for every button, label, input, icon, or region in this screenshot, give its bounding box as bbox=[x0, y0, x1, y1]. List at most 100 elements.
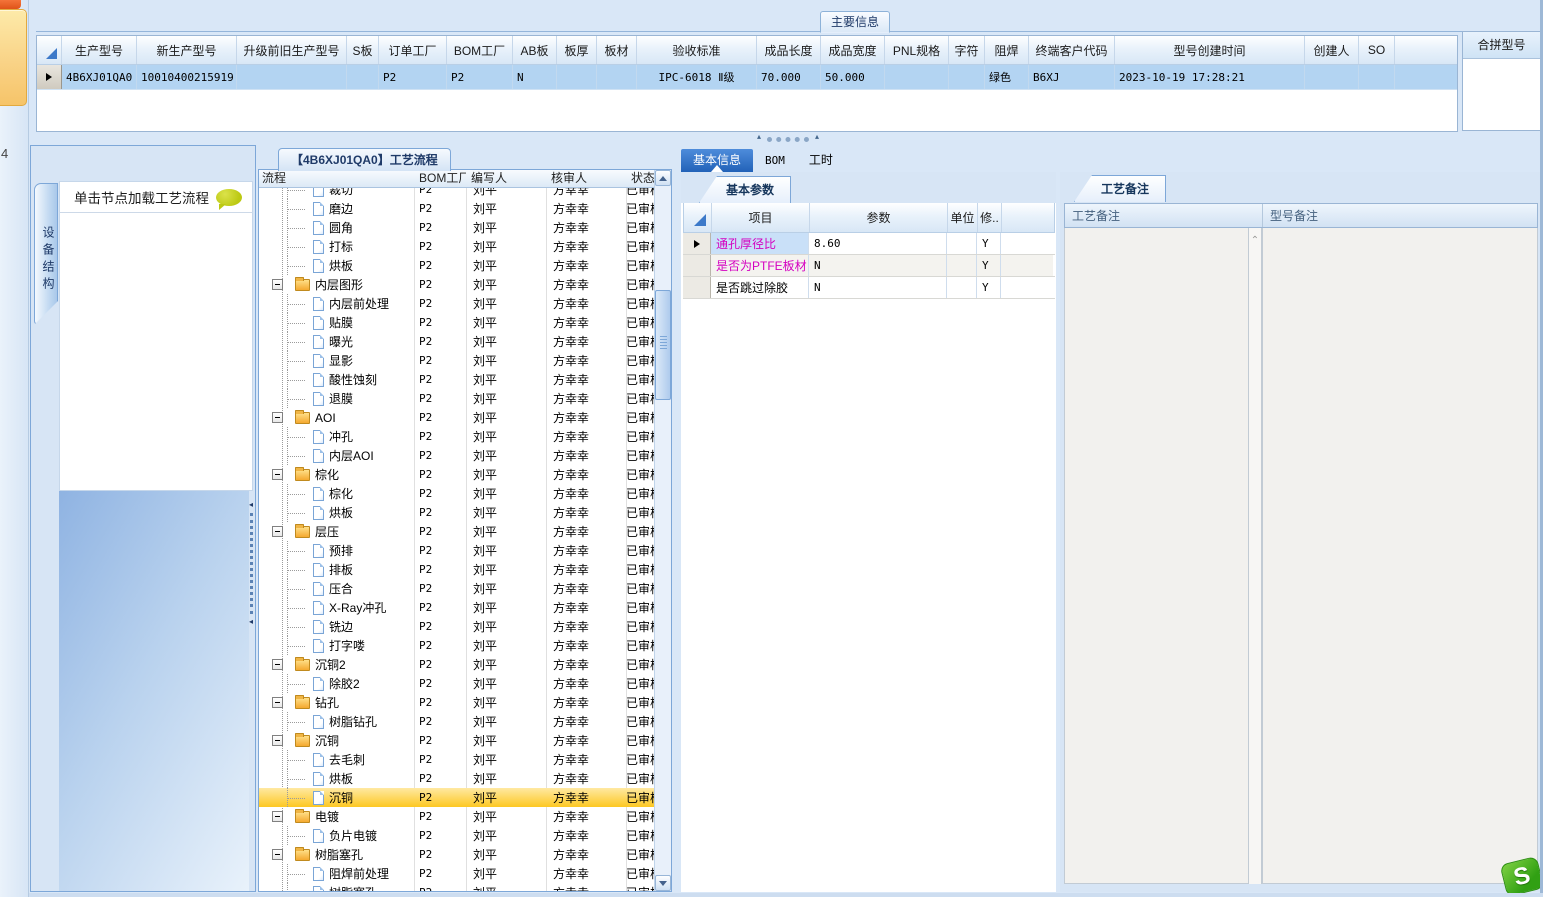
tree-node-cell[interactable]: 曝光 bbox=[259, 332, 414, 351]
tab-process-notes[interactable]: 工艺备注 bbox=[1074, 175, 1167, 202]
param-value-cell[interactable]: N bbox=[809, 255, 947, 276]
tree-row[interactable]: 电镀 P2 刘平 方幸幸 已审核 bbox=[259, 807, 656, 826]
param-row[interactable]: 是否跳过除胶 N Y bbox=[683, 277, 1055, 299]
tree-node-cell[interactable]: 负片电镀 bbox=[259, 826, 414, 845]
tree-node-cell[interactable]: 去毛刺 bbox=[259, 750, 414, 769]
tree-row[interactable]: 树脂塞孔P2刘平方幸幸已审核 bbox=[259, 845, 656, 864]
tree-node-cell[interactable]: 排板 bbox=[259, 560, 414, 579]
tree-row[interactable]: 沉铜 P2 刘平 方幸幸 已审核 bbox=[259, 731, 656, 750]
tree-node-cell[interactable]: 预排 bbox=[259, 541, 414, 560]
tree-row[interactable]: 排板 P2 刘平 方幸幸 已审核 bbox=[259, 560, 656, 579]
tree-row[interactable]: 裁切 P2 刘平 方幸幸 已审核 bbox=[259, 188, 656, 199]
tree-node-cell[interactable]: 阻焊前处理 bbox=[259, 864, 414, 883]
tree-node-cell[interactable]: 烘板 bbox=[259, 256, 414, 275]
tree-node-cell[interactable]: 裁切 bbox=[259, 188, 414, 199]
tree-node-cell[interactable]: AOI bbox=[259, 408, 414, 427]
tree-row[interactable]: 内层AOI P2 刘平 方幸幸 已审核 bbox=[259, 446, 656, 465]
process-note-textarea[interactable] bbox=[1064, 228, 1249, 884]
tree-row[interactable]: 退膜 P2 刘平 方幸幸 已审核 bbox=[259, 389, 656, 408]
tree-node-cell[interactable]: 棕化 bbox=[259, 484, 414, 503]
param-row[interactable]: 是否为PTFE板材 N Y bbox=[683, 255, 1055, 277]
tree-row[interactable]: 打标 P2 刘平 方幸幸 已审核 bbox=[259, 237, 656, 256]
tree-node-cell[interactable]: 电镀 bbox=[259, 807, 414, 826]
tab-device-structure[interactable]: 设备结构 bbox=[34, 183, 58, 325]
tree-node-cell[interactable]: 圆角 bbox=[259, 218, 414, 237]
flow-vertical-scrollbar[interactable] bbox=[654, 170, 671, 891]
tree-row[interactable]: 预排 P2 刘平 方幸幸 已审核 bbox=[259, 541, 656, 560]
tree-row[interactable]: 圆角 P2 刘平 方幸幸 已审核 bbox=[259, 218, 656, 237]
scroll-up-button[interactable] bbox=[655, 170, 671, 186]
scroll-down-button[interactable] bbox=[655, 875, 671, 891]
tree-row[interactable]: 曝光 P2 刘平 方幸幸 已审核 bbox=[259, 332, 656, 351]
tree-node-cell[interactable]: 磨边 bbox=[259, 199, 414, 218]
tree-node-cell[interactable]: 烘板 bbox=[259, 769, 414, 788]
param-value-cell[interactable]: N bbox=[809, 277, 947, 298]
tree-node-cell[interactable]: 沉铜 bbox=[259, 731, 414, 750]
tree-node-cell[interactable]: 沉铜2 bbox=[259, 655, 414, 674]
tree-row[interactable]: 沉铜 P2 刘平 方幸幸 已审核 bbox=[259, 788, 656, 807]
tree-row[interactable]: 树脂塞孔P2刘平方幸幸已审核 bbox=[259, 883, 656, 891]
panel-collapse-splitter[interactable]: ◂ ◂ bbox=[247, 501, 255, 626]
tree-node-cell[interactable]: 树脂塞孔 bbox=[259, 883, 414, 891]
tree-row[interactable]: 去毛刺 P2 刘平 方幸幸 已审核 bbox=[259, 750, 656, 769]
params-select-all-cell[interactable] bbox=[684, 203, 712, 232]
expand-collapse-icon[interactable] bbox=[272, 279, 283, 290]
tree-node-cell[interactable]: 层压 bbox=[259, 522, 414, 541]
tab-process-flow[interactable]: 【4B6XJ01QA0】工艺流程 bbox=[278, 148, 451, 171]
expand-collapse-icon[interactable] bbox=[272, 849, 283, 860]
tree-row[interactable]: 内层前处理 P2 刘平 方幸幸 已审核 bbox=[259, 294, 656, 313]
expand-collapse-icon[interactable] bbox=[272, 526, 283, 537]
tree-node-cell[interactable]: 棕化 bbox=[259, 465, 414, 484]
tree-row[interactable]: 烘板 P2 刘平 方幸幸 已审核 bbox=[259, 503, 656, 522]
tree-row[interactable]: 打字喽 P2 刘平 方幸幸 已审核 bbox=[259, 636, 656, 655]
tree-row[interactable]: 除胶2 P2 刘平 方幸幸 已审核 bbox=[259, 674, 656, 693]
tree-row[interactable]: 酸性蚀刻 P2 刘平 方幸幸 已审核 bbox=[259, 370, 656, 389]
device-tree-area[interactable] bbox=[59, 213, 253, 491]
tree-row[interactable]: 压合 P2 刘平 方幸幸 已审核 bbox=[259, 579, 656, 598]
tree-row[interactable]: 钻孔 P2 刘平 方幸幸 已审核 bbox=[259, 693, 656, 712]
tree-node-cell[interactable]: 退膜 bbox=[259, 389, 414, 408]
model-note-textarea[interactable] bbox=[1262, 228, 1538, 884]
tree-row[interactable]: 沉铜2 P2 刘平 方幸幸 已审核 bbox=[259, 655, 656, 674]
tree-row[interactable]: 负片电镀 P2 刘平 方幸幸 已审核 bbox=[259, 826, 656, 845]
param-value-cell[interactable]: 8.60 bbox=[809, 233, 947, 254]
model-table-row[interactable]: 4B6XJ01QA0 10010400215919 P2 P2 N IPC-6018 Ⅱ级… bbox=[37, 65, 1457, 90]
expand-collapse-icon[interactable] bbox=[272, 811, 283, 822]
tree-node-cell[interactable]: 显影 bbox=[259, 351, 414, 370]
tab-BOM[interactable]: BOM bbox=[753, 149, 797, 172]
tree-node-cell[interactable]: 冲孔 bbox=[259, 427, 414, 446]
tree-node-cell[interactable]: 酸性蚀刻 bbox=[259, 370, 414, 389]
tree-node-cell[interactable]: 打标 bbox=[259, 237, 414, 256]
tree-node-cell[interactable]: 内层图形 bbox=[259, 275, 414, 294]
tab-工时[interactable]: 工时 bbox=[797, 149, 845, 172]
expand-collapse-icon[interactable] bbox=[272, 469, 283, 480]
select-all-cell[interactable] bbox=[37, 36, 62, 64]
tree-row[interactable]: X-Ray冲孔 P2 刘平 方幸幸 已审核 bbox=[259, 598, 656, 617]
collapsed-side-tab[interactable] bbox=[0, 9, 27, 106]
tree-row[interactable]: 铣边 P2 刘平 方幸幸 已审核 bbox=[259, 617, 656, 636]
flow-column-header[interactable]: 状态 bbox=[626, 170, 656, 187]
param-row[interactable]: 通孔厚径比 8.60 Y bbox=[683, 233, 1055, 255]
expand-collapse-icon[interactable] bbox=[272, 659, 283, 670]
tab-basic-params[interactable]: 基本参数 bbox=[699, 176, 792, 203]
tree-row[interactable]: 内层图形 P2 刘平 方幸幸 已审核 bbox=[259, 275, 656, 294]
tree-node-cell[interactable]: 树脂钻孔 bbox=[259, 712, 414, 731]
param-row-selector[interactable] bbox=[683, 233, 711, 254]
param-row-selector[interactable] bbox=[683, 255, 711, 276]
row-selector-cell[interactable] bbox=[37, 65, 62, 89]
tree-node-cell[interactable]: X-Ray冲孔 bbox=[259, 598, 414, 617]
merge-model-list[interactable] bbox=[1463, 59, 1540, 130]
tree-row[interactable]: 贴膜 P2 刘平 方幸幸 已审核 bbox=[259, 313, 656, 332]
param-item-cell[interactable]: 是否为PTFE板材 bbox=[711, 255, 809, 276]
tree-node-cell[interactable]: 内层AOI bbox=[259, 446, 414, 465]
tree-row[interactable]: 棕化 P2 刘平 方幸幸 已审核 bbox=[259, 484, 656, 503]
tree-row[interactable]: 烘板 P2 刘平 方幸幸 已审核 bbox=[259, 256, 656, 275]
param-item-cell[interactable]: 是否跳过除胶 bbox=[711, 277, 809, 298]
scrollbar-thumb[interactable] bbox=[655, 290, 671, 400]
tree-node-cell[interactable]: 压合 bbox=[259, 579, 414, 598]
tree-row[interactable]: 冲孔 P2 刘平 方幸幸 已审核 bbox=[259, 427, 656, 446]
tab-main-info[interactable]: 主要信息 bbox=[820, 11, 891, 33]
param-item-cell[interactable]: 通孔厚径比 bbox=[711, 233, 809, 254]
flow-column-header[interactable]: 核审人 bbox=[546, 170, 626, 187]
flow-column-header[interactable]: 编写人 bbox=[466, 170, 546, 187]
